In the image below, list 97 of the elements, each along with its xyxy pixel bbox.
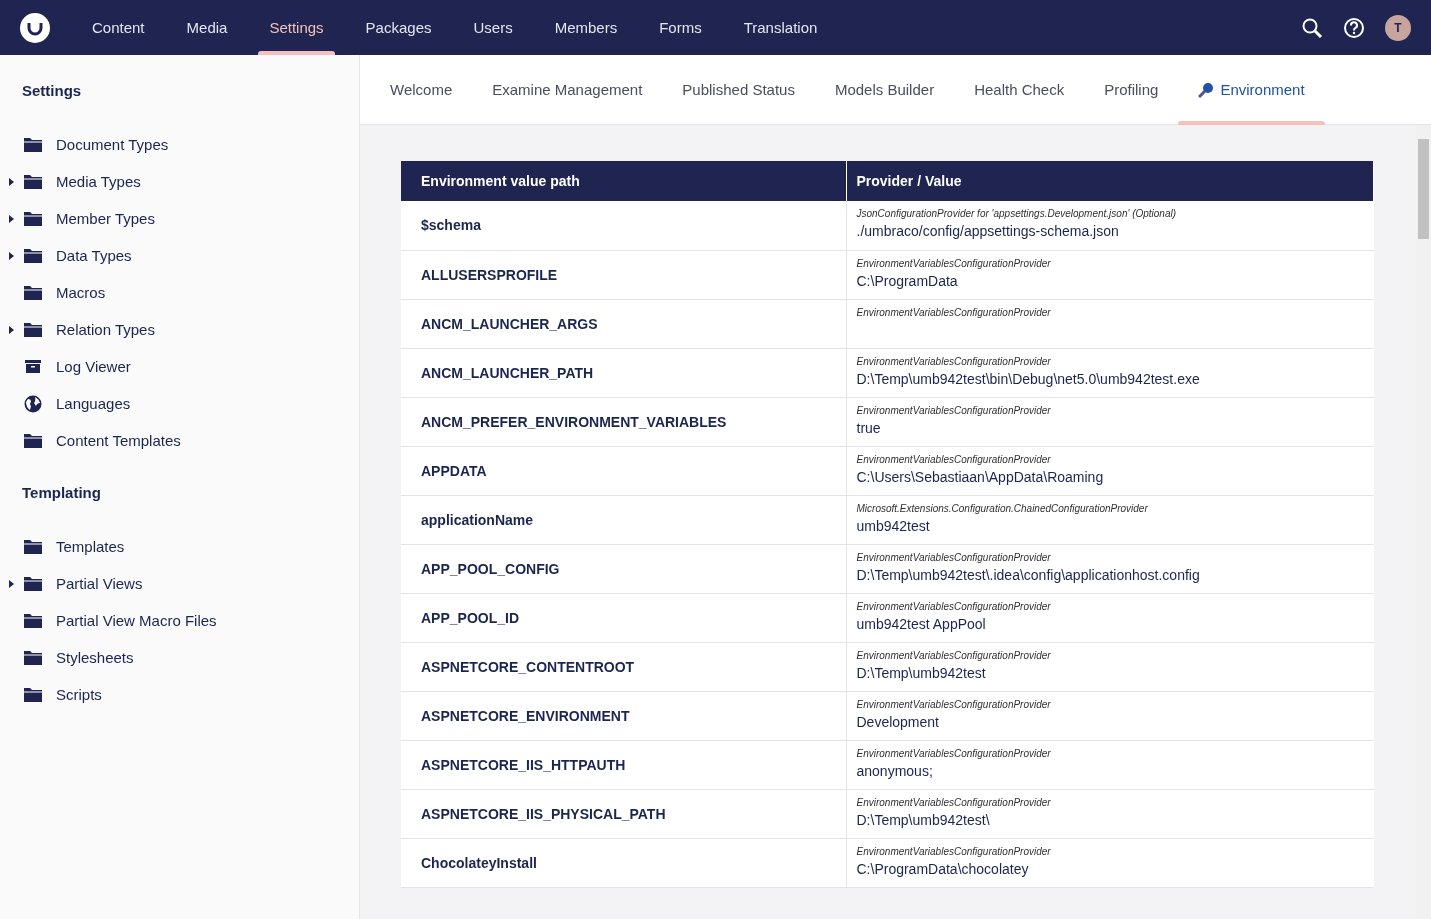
- section-tab[interactable]: Users: [462, 0, 524, 55]
- provider-label: EnvironmentVariablesConfigurationProvider: [856, 845, 1052, 858]
- tree-item[interactable]: Partial Views: [56, 575, 143, 592]
- folder-icon: [24, 285, 42, 300]
- tree-item[interactable]: Partial View Macro Files: [56, 612, 217, 629]
- caret-icon[interactable]: [9, 325, 14, 334]
- globe-icon: [24, 394, 42, 413]
- provider-label: EnvironmentVariablesConfigurationProvider: [856, 306, 1052, 319]
- section-tab[interactable]: Settings: [258, 0, 335, 55]
- value-text: ./umbraco/config/appsettings-schema.json: [856, 223, 1119, 239]
- provider-label: Microsoft.Extensions.Configuration.ChainedConfigurationProvider: [856, 502, 1149, 515]
- value-text: umb942test AppPool: [856, 615, 986, 632]
- value-text: D:\Temp\umb942test\bin\Debug\net5.0\umb942test.exe: [856, 370, 1200, 387]
- archive-icon: [24, 359, 42, 374]
- tree-item[interactable]: Data Types: [56, 247, 132, 264]
- folder-icon: [24, 539, 42, 554]
- value-text: C:\ProgramData\chocolatey: [856, 860, 1029, 877]
- provider-label: JsonConfigurationProvider for 'appsettings.Development.json' (Optional): [856, 208, 1178, 220]
- tree-item[interactable]: Document Types: [56, 136, 169, 153]
- dashboard-tab[interactable]: Health Check: [954, 55, 1085, 124]
- user-avatar[interactable]: T: [1385, 14, 1411, 41]
- provider-label: EnvironmentVariablesConfigurationProvider: [856, 747, 1052, 760]
- dashboard-tab[interactable]: Welcome: [370, 55, 473, 124]
- dashboard-tab[interactable]: Models Builder: [814, 55, 955, 124]
- folder-icon: [24, 576, 42, 591]
- tree-item[interactable]: Content Templates: [56, 432, 181, 449]
- dashboard-tab[interactable]: Profiling: [1084, 55, 1179, 124]
- sidebar-heading: Settings: [21, 81, 83, 101]
- folder-icon: [24, 650, 42, 665]
- provider-label: EnvironmentVariablesConfigurationProvider: [856, 453, 1052, 466]
- provider-label: EnvironmentVariablesConfigurationProvider: [856, 698, 1052, 711]
- tree-item[interactable]: Languages: [56, 395, 131, 412]
- section-tab[interactable]: Members: [543, 0, 629, 55]
- column-header: Environment value path: [401, 161, 846, 201]
- dashboard-tab[interactable]: Published Status: [662, 55, 815, 124]
- folder-icon: [24, 613, 42, 628]
- path-cell: APPDATA: [421, 462, 487, 479]
- column-header: Provider / Value: [846, 161, 1374, 201]
- caret-icon[interactable]: [9, 579, 14, 588]
- folder-icon: [24, 137, 42, 152]
- path-cell: ANCM_LAUNCHER_PATH: [421, 364, 594, 381]
- folder-icon: [24, 174, 42, 189]
- value-text: Development: [856, 713, 939, 730]
- path-cell: $schema: [421, 217, 481, 234]
- path-cell: applicationName: [421, 511, 534, 528]
- folder-icon: [24, 687, 42, 702]
- dashboard-tab[interactable]: Environment: [1178, 55, 1325, 124]
- provider-label: EnvironmentVariablesConfigurationProvider: [856, 404, 1052, 417]
- section-tab[interactable]: Packages: [354, 0, 443, 55]
- path-cell: APP_POOL_ID: [421, 609, 520, 626]
- tree-item[interactable]: Log Viewer: [56, 358, 131, 375]
- provider-label: EnvironmentVariablesConfigurationProvider: [856, 551, 1052, 564]
- help-icon[interactable]: [1343, 16, 1365, 39]
- value-text: D:\Temp\umb942test\.idea\config\applicationhost.config: [856, 566, 1200, 583]
- value-text: C:\Users\Sebastiaan\AppData\Roaming: [856, 468, 1104, 485]
- path-cell: ASPNETCORE_IIS_PHYSICAL_PATH: [421, 805, 666, 822]
- provider-label: EnvironmentVariablesConfigurationProvider: [856, 355, 1052, 368]
- value-text: D:\Temp\umb942test\: [856, 811, 990, 828]
- dashboard-tab[interactable]: Examine Management: [472, 55, 663, 124]
- tree-item[interactable]: Scripts: [56, 686, 102, 703]
- path-cell: ANCM_PREFER_ENVIRONMENT_VARIABLES: [421, 413, 727, 430]
- logo-icon[interactable]: [19, 11, 51, 44]
- path-cell: ASPNETCORE_IIS_HTTPAUTH: [421, 756, 626, 773]
- path-cell: ALLUSERSPROFILE: [421, 266, 558, 283]
- path-cell: APP_POOL_CONFIG: [421, 560, 560, 577]
- value-text: D:\Temp\umb942test: [856, 664, 986, 681]
- value-text: umb942test: [856, 517, 930, 534]
- tree-item[interactable]: Member Types: [56, 210, 155, 227]
- value-text: anonymous;: [856, 762, 933, 779]
- caret-icon[interactable]: [9, 251, 14, 260]
- value-text: C:\ProgramData: [856, 272, 958, 289]
- section-tab[interactable]: Content: [81, 0, 156, 55]
- section-tab[interactable]: Media: [175, 0, 239, 55]
- path-cell: ASPNETCORE_CONTENTROOT: [421, 658, 635, 675]
- path-cell: ASPNETCORE_ENVIRONMENT: [421, 707, 630, 724]
- value-text: true: [856, 419, 881, 436]
- tree-item[interactable]: Templates: [56, 538, 125, 555]
- provider-label: EnvironmentVariablesConfigurationProvider: [856, 600, 1052, 613]
- search-icon[interactable]: [1301, 16, 1323, 39]
- provider-label: EnvironmentVariablesConfigurationProvider: [856, 796, 1052, 809]
- tree-item[interactable]: Media Types: [56, 173, 141, 190]
- section-tab[interactable]: Translation: [732, 0, 829, 55]
- folder-icon: [24, 433, 42, 448]
- caret-icon[interactable]: [9, 214, 14, 223]
- folder-icon: [24, 248, 42, 263]
- provider-label: EnvironmentVariablesConfigurationProvider: [856, 257, 1052, 270]
- tree-item[interactable]: Relation Types: [56, 321, 155, 338]
- sidebar-heading: Templating: [21, 483, 102, 503]
- tree-item[interactable]: Macros: [56, 284, 106, 301]
- caret-icon[interactable]: [9, 177, 14, 186]
- path-cell: ANCM_LAUNCHER_ARGS: [421, 315, 598, 332]
- folder-icon: [24, 322, 42, 337]
- tree-item[interactable]: Stylesheets: [56, 649, 134, 666]
- provider-label: EnvironmentVariablesConfigurationProvider: [856, 649, 1052, 662]
- section-tab[interactable]: Forms: [648, 0, 713, 55]
- path-cell: ChocolateyInstall: [421, 854, 537, 871]
- folder-icon: [24, 211, 42, 226]
